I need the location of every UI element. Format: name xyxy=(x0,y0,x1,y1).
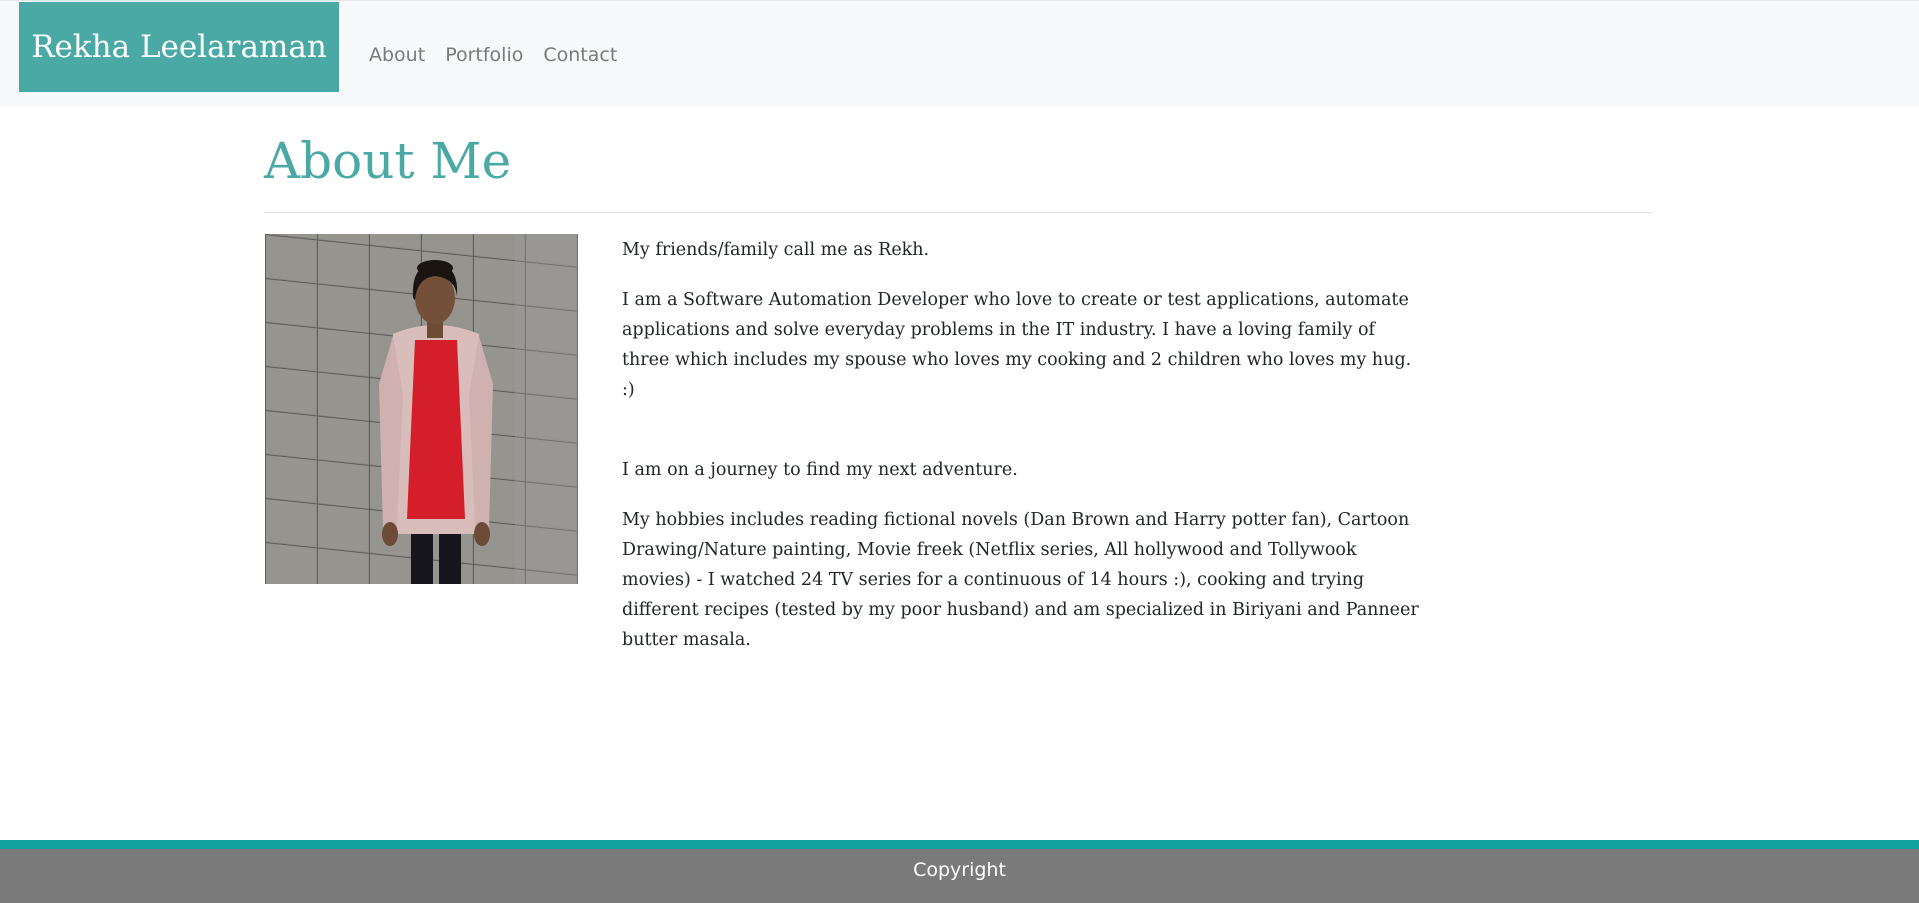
bio-paragraph-hobbies: My hobbies includes reading fictional no… xyxy=(622,510,1419,650)
nav-links: About Portfolio Contact xyxy=(369,41,617,69)
page-title: About Me xyxy=(264,132,512,190)
footer: Copyright xyxy=(0,849,1919,903)
profile-photo xyxy=(265,234,578,584)
nav-link-about[interactable]: About xyxy=(369,41,425,69)
bio-text: My friends/family call me as Rekh. I am … xyxy=(622,235,1422,675)
bio-paragraph-intro: My friends/family call me as Rekh. xyxy=(622,240,930,260)
nav-link-contact[interactable]: Contact xyxy=(543,41,617,69)
copyright-text: Copyright xyxy=(913,859,1006,881)
brand-link[interactable]: Rekha Leelaraman xyxy=(19,2,339,92)
bio-paragraph-profession: I am a Software Automation Developer who… xyxy=(622,290,1412,400)
footer-accent-bar xyxy=(0,840,1919,849)
title-divider xyxy=(264,212,1653,213)
nav-link-portfolio[interactable]: Portfolio xyxy=(445,41,523,69)
navbar: Rekha Leelaraman About Portfolio Contact xyxy=(0,0,1919,106)
bio-paragraph-journey: I am on a journey to find my next advent… xyxy=(622,460,1018,480)
